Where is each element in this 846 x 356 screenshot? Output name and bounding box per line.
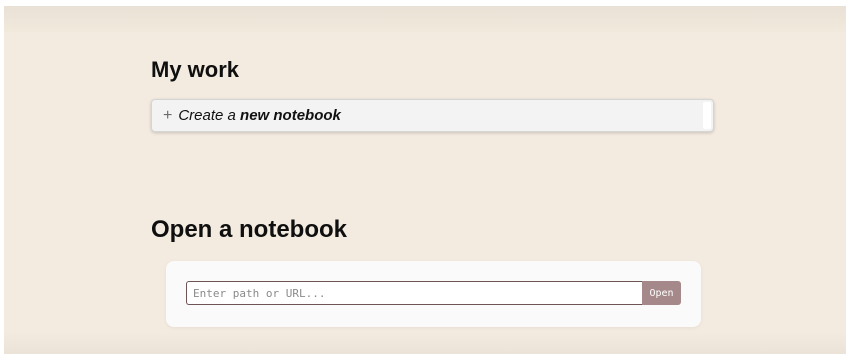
create-notebook-emphasis: new notebook: [240, 107, 341, 124]
path-or-url-input[interactable]: [186, 281, 642, 305]
my-work-heading: My work: [151, 57, 240, 82]
plus-icon: +: [163, 106, 173, 124]
bottom-band: [4, 332, 846, 354]
create-notebook-label: Create a new notebook: [178, 107, 341, 124]
open-notebook-card: Open: [166, 261, 701, 327]
create-new-notebook-button[interactable]: + Create a new notebook: [151, 99, 714, 132]
button-edge-highlight: [703, 102, 711, 129]
top-band: [4, 6, 846, 32]
open-button[interactable]: Open: [642, 281, 681, 305]
page-frame: My work + Create a new notebook Open a n…: [4, 6, 846, 354]
create-notebook-prefix: Create a: [178, 107, 241, 124]
open-notebook-heading: Open a notebook: [151, 216, 348, 243]
